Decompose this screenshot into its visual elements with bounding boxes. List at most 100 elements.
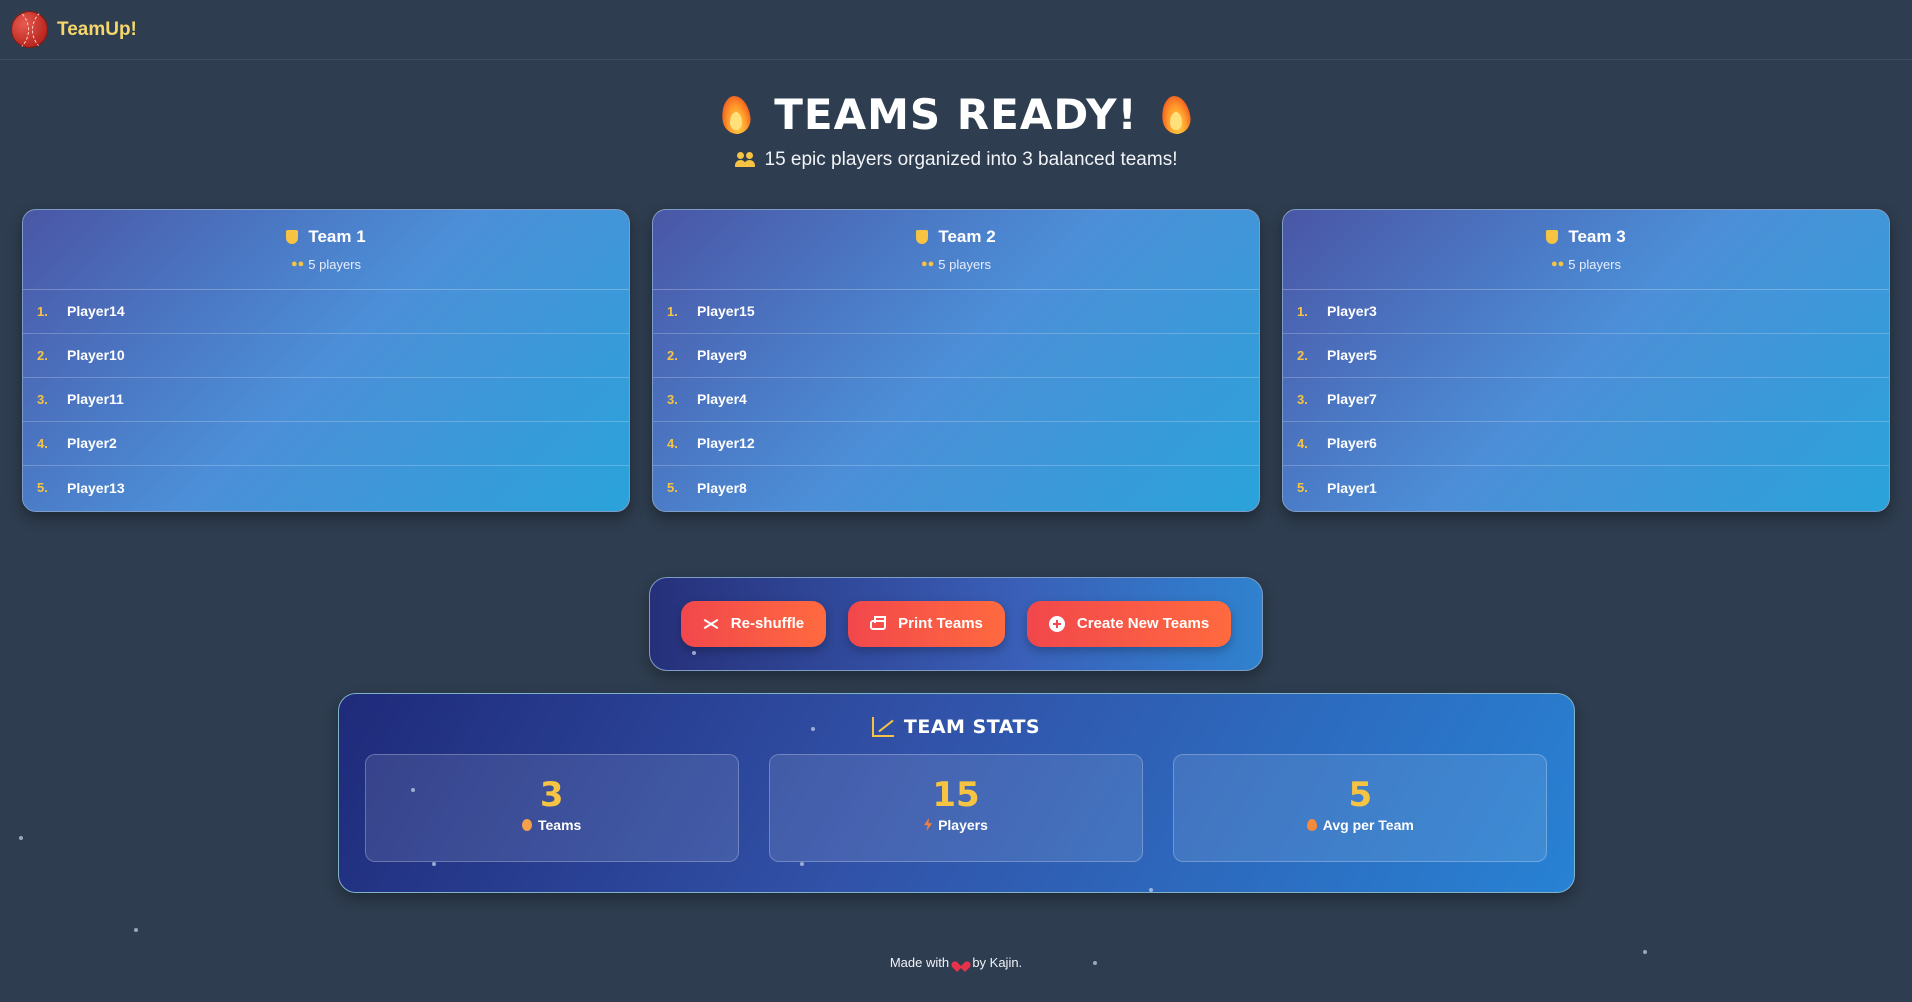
particle [432,862,436,866]
player-list: 1. Player3 2. Player5 3. Player7 4. Player6 … [1283,290,1889,510]
player-item: 4. Player2 [23,422,629,466]
player-item: 1. Player3 [1283,290,1889,334]
create-new-teams-label: Create New Teams [1076,615,1210,632]
player-name: Player15 [697,303,755,319]
particle [134,928,138,932]
create-new-teams-button[interactable]: Create New Teams [1026,600,1232,647]
team-count-row: ●● 5 players [291,257,361,272]
player-item: 1. Player14 [23,290,629,334]
stat-label-row: Players [924,817,988,833]
player-item: 2. Player5 [1283,334,1889,378]
stats-title: TEAM STATS [903,715,1041,738]
users-icon: ●● [920,258,935,270]
particle [1643,950,1647,954]
particle [411,788,415,792]
page-title-row: TEAMS READY! [720,90,1191,139]
player-name: Player12 [697,435,755,451]
page-title: TEAMS READY! [774,90,1138,139]
player-item: 3. Player4 [653,378,1259,422]
footer-suffix[interactable]: by Kajin. [972,955,1022,970]
player-item: 1. Player15 [653,290,1259,334]
fire-icon [720,94,752,136]
teams-grid: Team 1 ●● 5 players 1. Player14 2. Player1… [0,208,1912,512]
team-header: Team 3 ●● 5 players [1283,210,1889,290]
team-count: 5 players [1568,256,1622,272]
player-name: Player11 [67,391,124,407]
player-item: 3. Player7 [1283,378,1889,422]
stat-card-avg: 5 Avg per Team [1173,753,1548,862]
stat-label: Players [938,816,988,833]
stat-card-teams: 3 Teams [364,753,739,862]
player-name: Player13 [67,479,125,496]
team-name-row: Team 3 [1546,226,1626,247]
reshuffle-label: Re-shuffle [730,615,805,632]
player-item: 2. Player9 [653,334,1259,378]
fire-icon [1306,818,1317,831]
team-card: Team 3 ●● 5 players 1. Player3 2. Player5 … [1282,208,1890,512]
team-name: Team 3 [1568,226,1626,246]
footer: Made with by Kajin. [0,955,1912,970]
shuffle-icon [703,617,719,631]
action-bar: Re-shuffle Print Teams Create New Teams [649,576,1263,671]
team-count: 5 players [938,256,992,272]
team-card: Team 1 ●● 5 players 1. Player14 2. Player1… [22,208,630,512]
player-item: 4. Player6 [1283,422,1889,466]
player-name: Player4 [697,391,747,407]
page-subtitle: 15 epic players organized into 3 balance… [764,148,1178,170]
printer-icon [870,615,887,630]
stat-value: 5 [1348,774,1373,815]
player-item: 5. Player8 [667,479,747,496]
print-teams-label: Print Teams [898,615,983,632]
reshuffle-button[interactable]: Re-shuffle [680,600,827,647]
player-list: 1. Player14 2. Player10 3. Player11 4. Playe… [23,290,629,510]
cricket-ball-logo-icon[interactable] [11,11,48,48]
team-name: Team 2 [938,226,996,246]
team-count-row: ●● 5 players [1551,257,1621,272]
users-icon [734,151,757,168]
player-item: 4. Player12 [653,422,1259,466]
team-name: Team 1 [308,226,366,246]
particle [1149,888,1153,892]
print-teams-button[interactable]: Print Teams [848,600,1005,647]
player-name: Player8 [697,479,747,496]
stats-title-row: TEAM STATS [339,716,1574,738]
team-header: Team 1 ●● 5 players [23,210,629,290]
team-card: Team 2 ●● 5 players 1. Player15 2. Player9… [652,208,1260,512]
particle [692,651,696,655]
navbar: TeamUp! [0,0,1912,60]
player-item: 3. Player11 [23,378,629,422]
team-stats-panel: TEAM STATS 3 Teams 15 Players 5 Avg per … [337,692,1575,893]
player-name: Player2 [67,435,117,451]
plus-circle-icon [1048,615,1065,632]
stats-row: 3 Teams 15 Players 5 Avg per Team [339,753,1574,862]
team-header: Team 2 ●● 5 players [653,210,1259,290]
stat-card-players: 15 Players [768,753,1144,862]
particle [811,727,815,731]
team-name-row: Team 1 [286,226,366,247]
stat-label-row: Teams [522,817,581,833]
users-icon: ●● [290,258,305,270]
player-name: Player6 [1327,435,1377,451]
footer-prefix: Made with [889,955,950,970]
hero: TEAMS READY! 15 epic players organized i… [0,90,1912,173]
particle [800,862,804,866]
player-name: Player14 [67,303,125,319]
player-item: 5. Player13 [37,479,125,496]
brand-name[interactable]: TeamUp! [57,19,137,41]
lightning-icon [924,818,933,831]
player-item: 2. Player10 [23,334,629,378]
medal-icon [522,818,532,831]
player-name: Player1 [1327,479,1377,496]
stat-label-row: Avg per Team [1306,816,1414,833]
player-name: Player3 [1327,303,1377,319]
player-name: Player9 [697,347,747,363]
particle [19,836,23,840]
player-name: Player10 [67,347,125,363]
shield-icon [1546,229,1559,244]
stat-value: 3 [539,774,564,815]
stat-label: Avg per Team [1322,816,1414,833]
shield-icon [916,229,929,244]
player-name: Player7 [1327,391,1377,407]
player-list: 1. Player15 2. Player9 3. Player4 4. Player1… [653,290,1259,510]
player-name: Player5 [1327,347,1377,363]
